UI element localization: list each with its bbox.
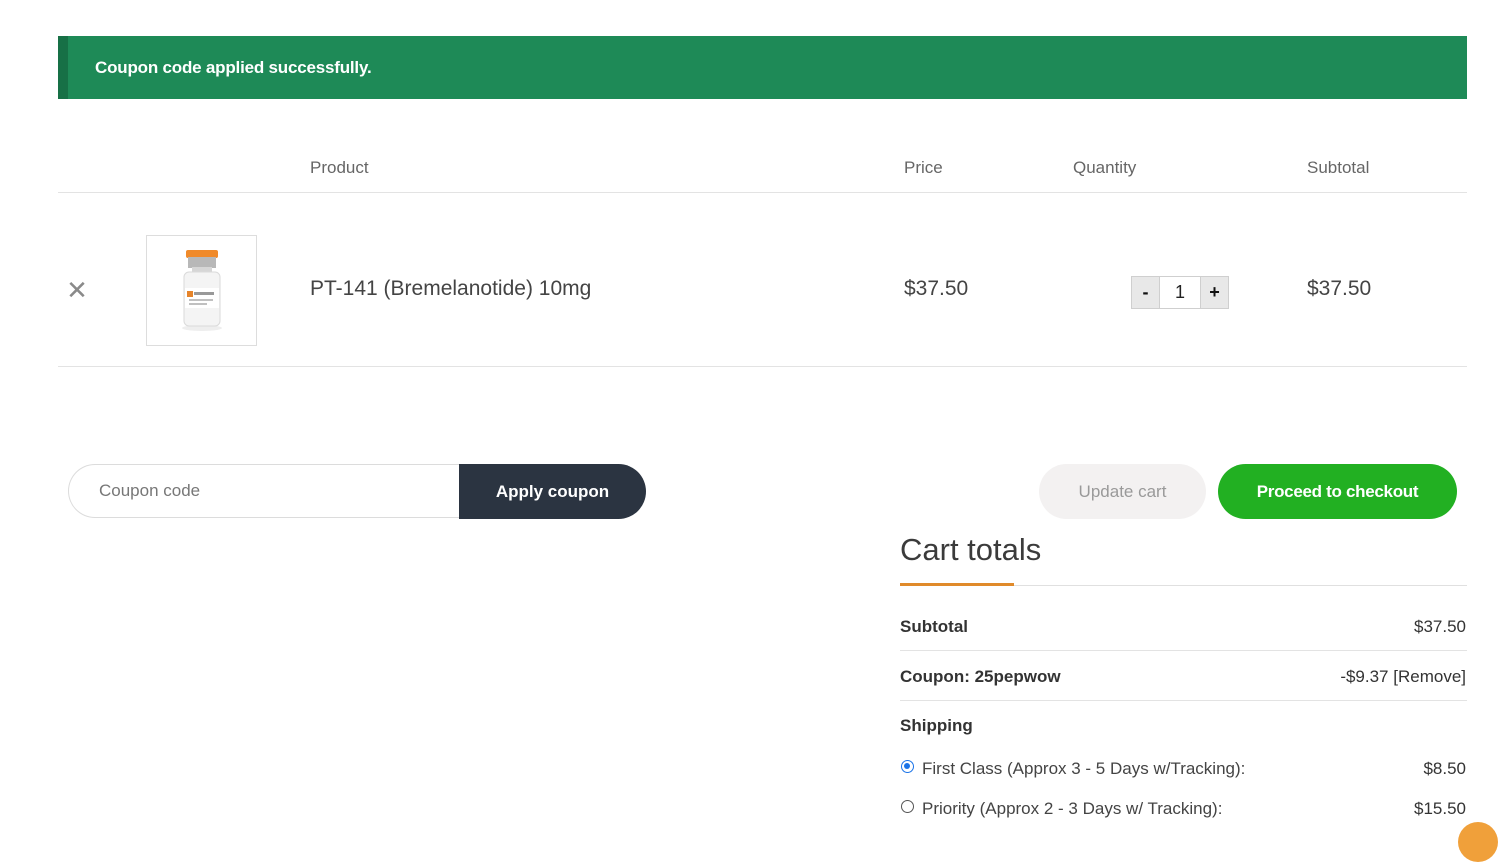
shipping-first-class-label[interactable]: First Class (Approx 3 - 5 Days w/Trackin… bbox=[922, 759, 1245, 779]
shipping-priority-price: $15.50 bbox=[1414, 799, 1466, 818]
product-thumbnail[interactable] bbox=[146, 235, 257, 346]
totals-divider bbox=[900, 650, 1467, 651]
product-name-link[interactable]: PT-141 (Bremelanotide) 10mg bbox=[310, 277, 591, 301]
header-quantity: Quantity bbox=[1073, 158, 1137, 177]
success-notice: Coupon code applied successfully. bbox=[58, 36, 1467, 99]
shipping-first-class-radio[interactable] bbox=[901, 760, 914, 773]
totals-divider bbox=[900, 700, 1467, 701]
notice-text: Coupon code applied successfully. bbox=[95, 58, 372, 77]
proceed-to-checkout-button[interactable]: Proceed to checkout bbox=[1218, 464, 1457, 519]
apply-coupon-button[interactable]: Apply coupon bbox=[459, 464, 646, 519]
table-header-divider bbox=[58, 192, 1467, 193]
quantity-increase-button[interactable]: + bbox=[1200, 276, 1229, 309]
cart-totals-accent bbox=[900, 583, 1014, 586]
shipping-label: Shipping bbox=[900, 716, 973, 735]
chat-widget-button[interactable] bbox=[1458, 822, 1498, 862]
quantity-decrease-button[interactable]: - bbox=[1131, 276, 1160, 309]
header-price: Price bbox=[904, 158, 943, 177]
totals-subtotal-value: $37.50 bbox=[1414, 617, 1466, 636]
shipping-priority-radio[interactable] bbox=[901, 800, 914, 813]
shipping-priority-label[interactable]: Priority (Approx 2 - 3 Days w/ Tracking)… bbox=[922, 799, 1222, 819]
vial-image bbox=[182, 250, 222, 331]
totals-coupon-value: -$9.37 [Remove] bbox=[1340, 667, 1466, 687]
quantity-input[interactable]: 1 bbox=[1160, 276, 1200, 309]
totals-subtotal-label: Subtotal bbox=[900, 617, 968, 636]
remove-item-close-icon[interactable]: ✕ bbox=[64, 276, 90, 304]
header-subtotal: Subtotal bbox=[1307, 158, 1370, 177]
update-cart-button[interactable]: Update cart bbox=[1039, 464, 1206, 519]
shipping-first-class-price: $8.50 bbox=[1423, 759, 1466, 778]
cart-totals-heading: Cart totals bbox=[900, 532, 1042, 567]
product-price: $37.50 bbox=[904, 277, 969, 300]
remove-coupon-link[interactable]: [Remove] bbox=[1393, 667, 1466, 686]
coupon-discount: -$9.37 bbox=[1340, 667, 1389, 686]
row-subtotal: $37.50 bbox=[1307, 277, 1372, 300]
table-row-divider bbox=[58, 366, 1467, 367]
totals-coupon-label: Coupon: 25pepwow bbox=[900, 667, 1061, 686]
coupon-code-input[interactable] bbox=[68, 464, 488, 518]
quantity-stepper: - 1 + bbox=[1131, 276, 1229, 309]
header-product: Product bbox=[310, 158, 369, 177]
